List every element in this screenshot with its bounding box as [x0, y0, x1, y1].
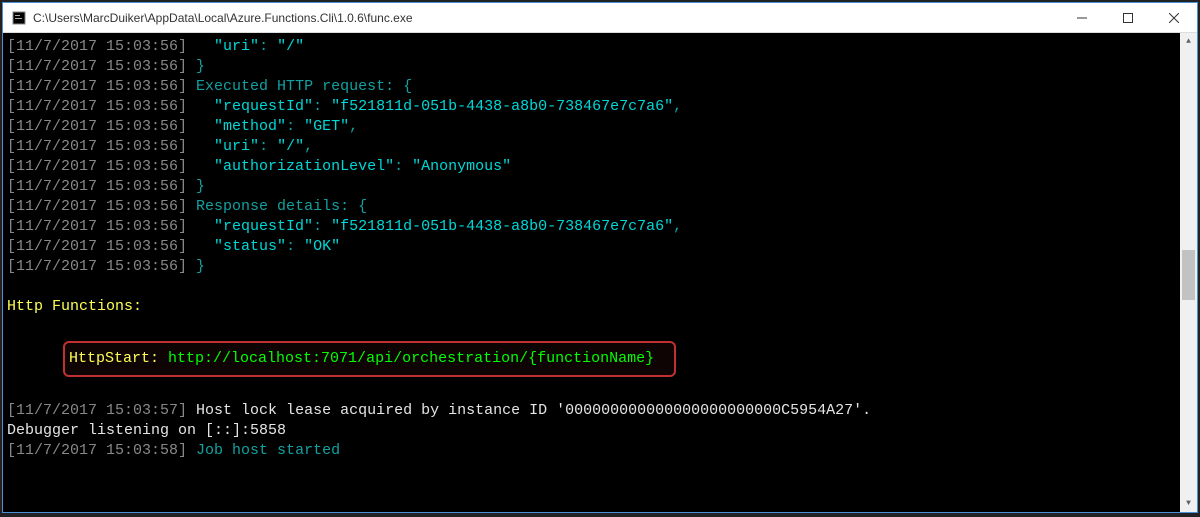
maximize-button[interactable]: [1105, 3, 1151, 32]
log-line: [11/7/2017 15:03:56] }: [7, 257, 1191, 277]
endpoint-name: HttpStart:: [69, 350, 168, 367]
log-text: Job host started: [196, 442, 340, 459]
http-endpoint-highlight: HttpStart: http://localhost:7071/api/orc…: [63, 341, 676, 377]
json-key: "uri": [214, 138, 259, 155]
log-line: [11/7/2017 15:03:57] Host lock lease acq…: [7, 401, 1191, 421]
log-line: [11/7/2017 15:03:56] "method": "GET",: [7, 117, 1191, 137]
json-key: "uri": [214, 38, 259, 55]
log-line: [7, 277, 1191, 297]
timestamp: [11/7/2017 15:03:56]: [7, 178, 187, 195]
json-brace: }: [196, 58, 205, 75]
timestamp: [11/7/2017 15:03:56]: [7, 118, 187, 135]
log-line: [11/7/2017 15:03:56] "authorizationLevel…: [7, 157, 1191, 177]
timestamp: [11/7/2017 15:03:56]: [7, 158, 187, 175]
titlebar: C:\Users\MarcDuiker\AppData\Local\Azure.…: [3, 3, 1197, 33]
log-line: [11/7/2017 15:03:56] }: [7, 177, 1191, 197]
log-line: [11/7/2017 15:03:56] "requestId": "f5218…: [7, 217, 1191, 237]
app-icon: [11, 10, 27, 26]
log-line: [11/7/2017 15:03:56] }: [7, 57, 1191, 77]
log-line: [11/7/2017 15:03:56] Response details: {: [7, 197, 1191, 217]
json-brace: }: [196, 258, 205, 275]
json-value: "f521811d-051b-4438-a8b0-738467e7c7a6": [331, 218, 673, 235]
log-line: [11/7/2017 15:03:56] "uri": "/",: [7, 137, 1191, 157]
timestamp: [11/7/2017 15:03:56]: [7, 218, 187, 235]
endpoint-url: http://localhost:7071/api/orchestration/…: [168, 350, 654, 367]
timestamp: [11/7/2017 15:03:58]: [7, 442, 187, 459]
timestamp: [11/7/2017 15:03:56]: [7, 138, 187, 155]
json-brace: }: [196, 178, 205, 195]
terminal-output[interactable]: [11/7/2017 15:03:56] "uri": "/"[11/7/201…: [3, 33, 1197, 512]
scrollbar-thumb[interactable]: [1182, 250, 1195, 300]
log-line: [11/7/2017 15:03:56] Executed HTTP reque…: [7, 77, 1191, 97]
json-key: "method": [214, 118, 286, 135]
http-functions-header: Http Functions:: [7, 297, 1191, 317]
json-value: "OK": [304, 238, 340, 255]
log-text: Executed HTTP request:: [196, 78, 394, 95]
timestamp: [11/7/2017 15:03:57]: [7, 402, 187, 419]
log-line: [11/7/2017 15:03:56] "requestId": "f5218…: [7, 97, 1191, 117]
timestamp: [11/7/2017 15:03:56]: [7, 58, 187, 75]
scroll-down-arrow-icon[interactable]: ▼: [1180, 495, 1197, 512]
log-text: Debugger listening on [::]:5858: [7, 422, 286, 439]
log-line: [7, 317, 1191, 337]
json-value: "Anonymous": [412, 158, 511, 175]
json-key: "requestId": [214, 98, 313, 115]
section-header: Http Functions:: [7, 298, 142, 315]
json-value: "f521811d-051b-4438-a8b0-738467e7c7a6": [331, 98, 673, 115]
vertical-scrollbar[interactable]: ▲ ▼: [1180, 33, 1197, 512]
json-value: "/": [277, 38, 304, 55]
log-text: Host lock lease acquired by instance ID …: [196, 402, 871, 419]
log-line: Debugger listening on [::]:5858: [7, 421, 1191, 441]
window-title: C:\Users\MarcDuiker\AppData\Local\Azure.…: [33, 11, 1059, 25]
timestamp: [11/7/2017 15:03:56]: [7, 78, 187, 95]
log-line: [11/7/2017 15:03:56] "status": "OK": [7, 237, 1191, 257]
log-line: [11/7/2017 15:03:58] Job host started: [7, 441, 1191, 461]
console-window: C:\Users\MarcDuiker\AppData\Local\Azure.…: [2, 2, 1198, 513]
json-key: "status": [214, 238, 286, 255]
window-controls: [1059, 3, 1197, 32]
json-value: "/": [277, 138, 304, 155]
minimize-button[interactable]: [1059, 3, 1105, 32]
timestamp: [11/7/2017 15:03:56]: [7, 38, 187, 55]
log-line: [7, 381, 1191, 401]
timestamp: [11/7/2017 15:03:56]: [7, 238, 187, 255]
log-text: Response details:: [196, 198, 349, 215]
close-button[interactable]: [1151, 3, 1197, 32]
json-brace: {: [403, 78, 412, 95]
timestamp: [11/7/2017 15:03:56]: [7, 198, 187, 215]
json-key: "requestId": [214, 218, 313, 235]
json-key: "authorizationLevel": [214, 158, 394, 175]
json-brace: {: [358, 198, 367, 215]
timestamp: [11/7/2017 15:03:56]: [7, 258, 187, 275]
log-line: [11/7/2017 15:03:56] "uri": "/": [7, 37, 1191, 57]
timestamp: [11/7/2017 15:03:56]: [7, 98, 187, 115]
scroll-up-arrow-icon[interactable]: ▲: [1180, 33, 1197, 50]
json-value: "GET": [304, 118, 349, 135]
scrollbar-track[interactable]: [1180, 50, 1197, 495]
